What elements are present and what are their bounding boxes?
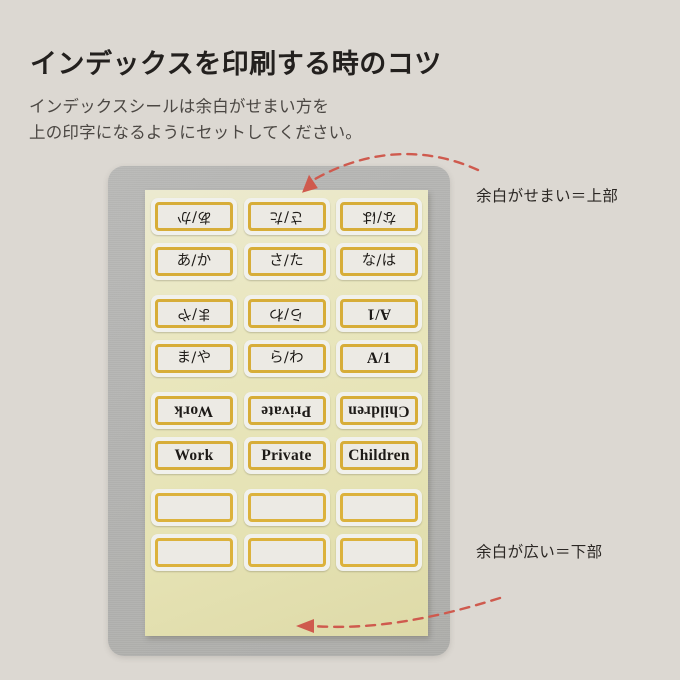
label-text-flipped: さ/た bbox=[269, 208, 304, 225]
label-frame bbox=[340, 538, 418, 567]
sticker-label: な/は bbox=[336, 198, 422, 235]
sheet-group-gap bbox=[151, 477, 422, 489]
label-text: さ/た bbox=[269, 253, 304, 270]
label-frame: ら/わ bbox=[247, 299, 326, 328]
label-text: Children bbox=[348, 446, 410, 464]
sticker-row-upright: ま/や ら/わ A/1 bbox=[151, 340, 422, 377]
label-frame: Private bbox=[247, 441, 326, 470]
sticker-label: Children bbox=[336, 392, 422, 429]
sticker-row-flipped: ま/や ら/わ A/1 bbox=[151, 295, 422, 337]
label-frame: Private bbox=[247, 396, 326, 425]
label-text-flipped: ま/や bbox=[176, 305, 212, 322]
sticker-label: ま/や bbox=[151, 340, 237, 377]
sticker-label: ま/や bbox=[151, 295, 237, 332]
sticker-label-blank bbox=[336, 489, 422, 526]
label-frame: あ/か bbox=[155, 202, 233, 231]
sticker-label-blank bbox=[151, 489, 237, 526]
label-text-flipped: Private bbox=[261, 402, 312, 420]
sticker-row-flipped bbox=[151, 489, 422, 531]
label-text-flipped: な/は bbox=[361, 208, 397, 225]
page-subtitle: インデックスシールは余白がせまい方を 上の印字になるようにセットしてください。 bbox=[29, 98, 363, 142]
sticker-label: さ/た bbox=[243, 243, 330, 280]
sheet-group-gap bbox=[151, 380, 422, 392]
sheet-group-gap bbox=[151, 283, 422, 295]
index-sticker-sheet: あ/か さ/た な/は あ/か さ/た な/は ま/や ら/わ A/1 ま/や … bbox=[145, 190, 428, 636]
label-frame bbox=[155, 493, 233, 522]
label-frame bbox=[340, 493, 418, 522]
page-title: インデックスを印刷する時のコツ bbox=[30, 49, 442, 79]
label-frame: ま/や bbox=[155, 344, 233, 373]
label-text-flipped: あ/か bbox=[176, 208, 212, 225]
label-text-flipped: Children bbox=[348, 402, 410, 420]
sticker-label: Private bbox=[243, 392, 330, 429]
sticker-row-flipped: あ/か さ/た な/は bbox=[151, 198, 422, 240]
annotation-top-label: 余白がせまい＝上部 bbox=[476, 188, 619, 205]
label-frame: な/は bbox=[340, 202, 418, 231]
sticker-label: Children bbox=[336, 437, 422, 474]
label-frame: A/1 bbox=[340, 344, 418, 373]
sticker-label: A/1 bbox=[336, 340, 422, 377]
label-text-flipped: Work bbox=[174, 402, 214, 420]
sticker-label: Work bbox=[151, 437, 237, 474]
sticker-label: A/1 bbox=[336, 295, 422, 332]
sticker-label: あ/か bbox=[151, 243, 237, 280]
label-frame: Work bbox=[155, 441, 233, 470]
label-text: A/1 bbox=[366, 349, 392, 367]
label-frame: Children bbox=[340, 441, 418, 470]
label-frame bbox=[247, 538, 326, 567]
sticker-label: さ/た bbox=[243, 198, 330, 235]
label-text: な/は bbox=[361, 253, 397, 270]
sticker-label: Work bbox=[151, 392, 237, 429]
sticker-label: ら/わ bbox=[243, 295, 330, 332]
label-frame: さ/た bbox=[247, 247, 326, 276]
sticker-row-upright bbox=[151, 534, 422, 571]
sticker-label: な/は bbox=[336, 243, 422, 280]
sticker-label: ら/わ bbox=[243, 340, 330, 377]
label-text: ま/や bbox=[176, 350, 212, 367]
label-frame: Children bbox=[340, 396, 418, 425]
sticker-row-upright: あ/か さ/た な/は bbox=[151, 243, 422, 280]
sticker-row-flipped: Work Private Children bbox=[151, 392, 422, 434]
label-frame: あ/か bbox=[155, 247, 233, 276]
label-frame: Work bbox=[155, 396, 233, 425]
sticker-row-upright: Work Private Children bbox=[151, 437, 422, 474]
label-frame: ま/や bbox=[155, 299, 233, 328]
label-text-flipped: A/1 bbox=[366, 305, 392, 323]
sticker-label-blank bbox=[243, 534, 330, 571]
label-text-flipped: ら/わ bbox=[269, 305, 304, 322]
label-frame: さ/た bbox=[247, 202, 326, 231]
label-text: ら/わ bbox=[269, 350, 304, 367]
label-text: あ/か bbox=[176, 253, 212, 270]
label-frame: な/は bbox=[340, 247, 418, 276]
label-frame bbox=[155, 538, 233, 567]
label-frame: ら/わ bbox=[247, 344, 326, 373]
label-text: Work bbox=[174, 446, 214, 464]
sticker-label: Private bbox=[243, 437, 330, 474]
sticker-label-blank bbox=[151, 534, 237, 571]
sticker-label: あ/か bbox=[151, 198, 237, 235]
annotation-bottom-label: 余白が広い＝下部 bbox=[476, 544, 603, 561]
label-frame bbox=[247, 493, 326, 522]
sticker-label-blank bbox=[243, 489, 330, 526]
label-text: Private bbox=[261, 446, 312, 464]
label-frame: A/1 bbox=[340, 299, 418, 328]
sticker-label-blank bbox=[336, 534, 422, 571]
